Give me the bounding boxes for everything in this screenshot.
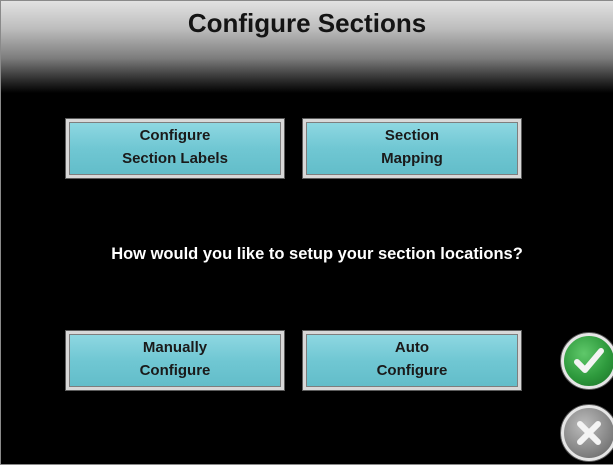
accept-button[interactable]: [561, 333, 613, 389]
setup-question-text: How would you like to setup your section…: [111, 245, 523, 263]
button-label-line1: Configure: [139, 126, 211, 144]
button-label-line1: Manually: [142, 338, 208, 356]
checkmark-icon: [574, 348, 604, 373]
button-label-line1: Section: [384, 126, 440, 144]
button-label-line2: Mapping: [381, 150, 443, 168]
manually-configure-button[interactable]: Manually Configure: [66, 331, 284, 390]
auto-configure-button[interactable]: Auto Configure: [303, 331, 521, 390]
button-label-line2: Configure: [139, 362, 211, 380]
configure-sections-screen: Configure Sections Configure Section Lab…: [0, 0, 613, 465]
configure-section-labels-button[interactable]: Configure Section Labels: [66, 119, 284, 178]
section-mapping-button[interactable]: Section Mapping: [303, 119, 521, 178]
cancel-button[interactable]: [561, 405, 613, 461]
page-title: Configure Sections: [187, 8, 427, 38]
header-bar: Configure Sections: [1, 1, 613, 93]
button-label-line2: Configure: [376, 362, 448, 380]
button-label-line1: Auto: [394, 338, 430, 356]
close-icon: [577, 421, 601, 445]
button-label-line2: Section Labels: [122, 150, 228, 168]
